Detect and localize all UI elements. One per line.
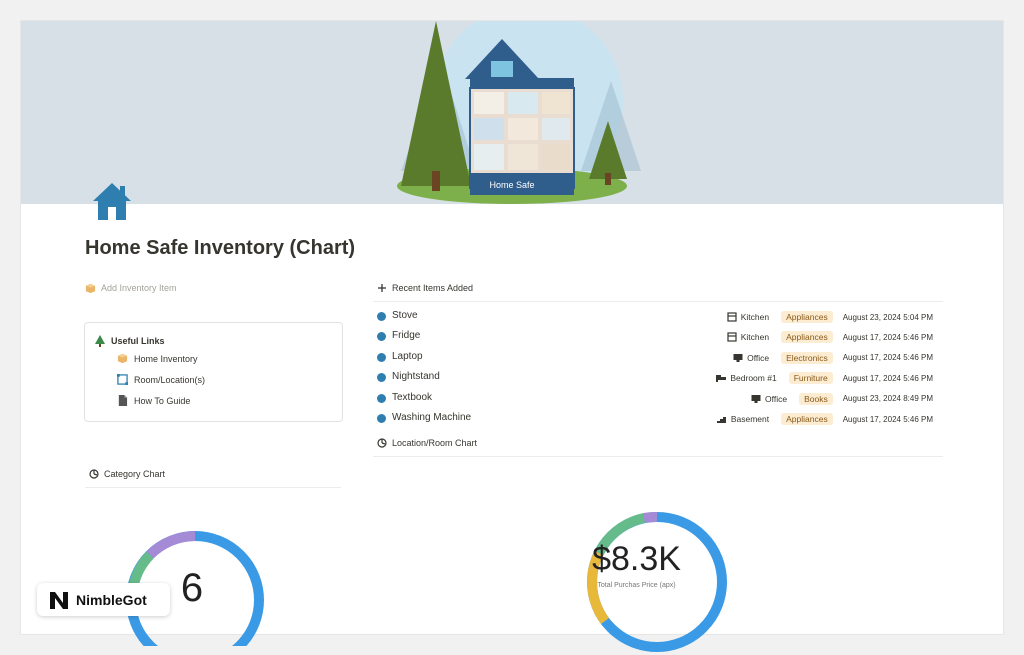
- house-illustration: Home Safe: [397, 21, 641, 204]
- item-category-tag: Books: [799, 392, 833, 405]
- box-icon: [117, 353, 128, 364]
- recent-items-heading[interactable]: Recent Items Added: [377, 283, 473, 293]
- item-meta: Office Books August 23, 2024 8:49 PM: [751, 391, 933, 407]
- useful-links-title: Useful Links: [111, 336, 165, 346]
- location-chart-title: Location/Room Chart: [392, 438, 478, 448]
- category-chart-title: Category Chart: [104, 469, 166, 479]
- item-name[interactable]: Fridge: [392, 330, 420, 341]
- item-meta: Bedroom #1 Furniture August 17, 2024 5:46 …: [716, 370, 933, 386]
- nimblegot-watermark: NimbleGot: [37, 583, 170, 616]
- link-how-to-guide[interactable]: How To Guide: [117, 395, 190, 406]
- watermark-label: NimbleGot: [76, 591, 147, 608]
- item-date: August 17, 2024 5:46 PM: [842, 353, 933, 363]
- category-chart-heading[interactable]: Category Chart: [89, 469, 165, 479]
- item-date: August 23, 2024 5:04 PM: [842, 312, 933, 322]
- link-label: Room/Location(s): [134, 374, 206, 385]
- item-status-dot: [377, 332, 386, 342]
- link-label: Home Inventory: [134, 353, 198, 364]
- frame-icon: [117, 374, 128, 385]
- house-icon: [93, 183, 131, 220]
- item-name[interactable]: Washing Machine: [392, 412, 471, 423]
- item-name[interactable]: Stove: [392, 310, 418, 321]
- item-room-label: Bedroom #1: [730, 373, 777, 384]
- total-price-value: $8.3K: [592, 540, 681, 578]
- item-room-label: Kitchen: [740, 332, 770, 343]
- item-date: August 17, 2024 5:46 PM: [842, 373, 933, 383]
- oven-icon: [727, 312, 737, 322]
- item-category-tag: Furniture: [788, 372, 833, 385]
- useful-links-heading: Useful Links: [95, 335, 165, 347]
- stairs-icon: [716, 417, 726, 423]
- item-room: Bedroom #1: [716, 373, 777, 384]
- plus-icon: [378, 284, 386, 292]
- box-icon: [85, 283, 96, 293]
- recent-items-title: Recent Items Added: [392, 283, 474, 293]
- useful-links-card: Useful Links Home Inventory Room/Locatio…: [84, 322, 343, 422]
- item-date: August 17, 2024 5:46 PM: [842, 414, 933, 424]
- nimblegot-logo-icon: [50, 591, 68, 609]
- item-status-dot: [377, 312, 386, 321]
- item-status-dot: [377, 373, 386, 383]
- item-name[interactable]: Nightstand: [392, 371, 440, 382]
- link-home-inventory[interactable]: Home Inventory: [117, 353, 198, 364]
- item-category-tag: Electronics: [781, 351, 833, 364]
- item-meta: Office Electronics August 17, 2024 5:46 PM: [733, 350, 933, 366]
- item-status-dot: [377, 414, 386, 423]
- monitor-icon: [751, 394, 761, 403]
- document-icon: [118, 395, 128, 406]
- table-row[interactable]: Fridge Kitchen Appliances August 17, 2024 5…: [373, 327, 943, 347]
- item-room: Office: [751, 394, 787, 404]
- item-room: Basement: [716, 414, 770, 424]
- item-category-tag: Appliances: [781, 311, 833, 323]
- cover-image: Home Safe: [21, 21, 1003, 204]
- item-meta: Kitchen Appliances August 17, 2024 5:46 PM: [727, 329, 933, 345]
- item-name[interactable]: Laptop: [392, 351, 423, 362]
- divider: [85, 487, 341, 488]
- tree-icon: [95, 335, 105, 347]
- table-row[interactable]: Textbook Office Books August 23, 2024 8:49 …: [373, 389, 943, 409]
- bed-icon: [716, 375, 727, 383]
- item-room: Kitchen: [727, 332, 769, 342]
- item-room: Office: [733, 353, 769, 363]
- category-count: 6: [180, 566, 204, 610]
- add-inventory-label: Add Inventory Item: [101, 283, 177, 293]
- donut-segment-purple: [146, 531, 196, 559]
- item-status-dot: [377, 352, 386, 362]
- chart-icon: [377, 438, 387, 448]
- chart-icon: [89, 469, 99, 479]
- oven-icon: [727, 332, 737, 342]
- divider: [373, 456, 943, 457]
- item-meta: Basement Appliances August 17, 2024 5:46 P…: [716, 411, 933, 427]
- divider: [373, 301, 943, 302]
- item-room-label: Kitchen: [740, 312, 770, 322]
- item-room: Kitchen: [727, 312, 769, 322]
- table-row[interactable]: Nightstand Bedroom #1 Furniture August 17, …: [373, 368, 943, 388]
- monitor-icon: [733, 353, 743, 362]
- item-status-dot: [377, 393, 386, 403]
- item-meta: Kitchen Appliances August 23, 2024 5:04 PM: [727, 309, 933, 325]
- donut-segment-purple: [643, 511, 658, 523]
- cover-caption: Home Safe: [489, 180, 534, 190]
- item-category-tag: Appliances: [781, 331, 833, 344]
- item-room-label: Office: [747, 352, 770, 363]
- total-price-caption: Total Purchas Price (apx): [597, 582, 676, 589]
- table-row[interactable]: Laptop Office Electronics August 17, 2024 5…: [373, 348, 943, 368]
- donut-segment-green: [129, 551, 154, 586]
- item-category-tag: Appliances: [781, 413, 833, 425]
- add-inventory-button[interactable]: Add Inventory Item: [85, 279, 197, 297]
- table-row[interactable]: Washing Machine Basement Appliances August …: [373, 409, 943, 429]
- table-row[interactable]: Stove Kitchen Appliances August 23, 2024 5:…: [373, 307, 943, 327]
- item-name[interactable]: Textbook: [392, 392, 432, 403]
- location-chart-heading[interactable]: Location/Room Chart: [377, 438, 477, 448]
- link-room-locations[interactable]: Room/Location(s): [117, 374, 205, 385]
- item-room-label: Office: [765, 393, 788, 404]
- item-date: August 17, 2024 5:46 PM: [842, 332, 933, 342]
- page-title: Home Safe Inventory (Chart): [85, 237, 356, 259]
- link-label: How To Guide: [134, 395, 191, 406]
- item-room-label: Basement: [730, 414, 770, 424]
- item-date: August 23, 2024 8:49 PM: [842, 394, 933, 404]
